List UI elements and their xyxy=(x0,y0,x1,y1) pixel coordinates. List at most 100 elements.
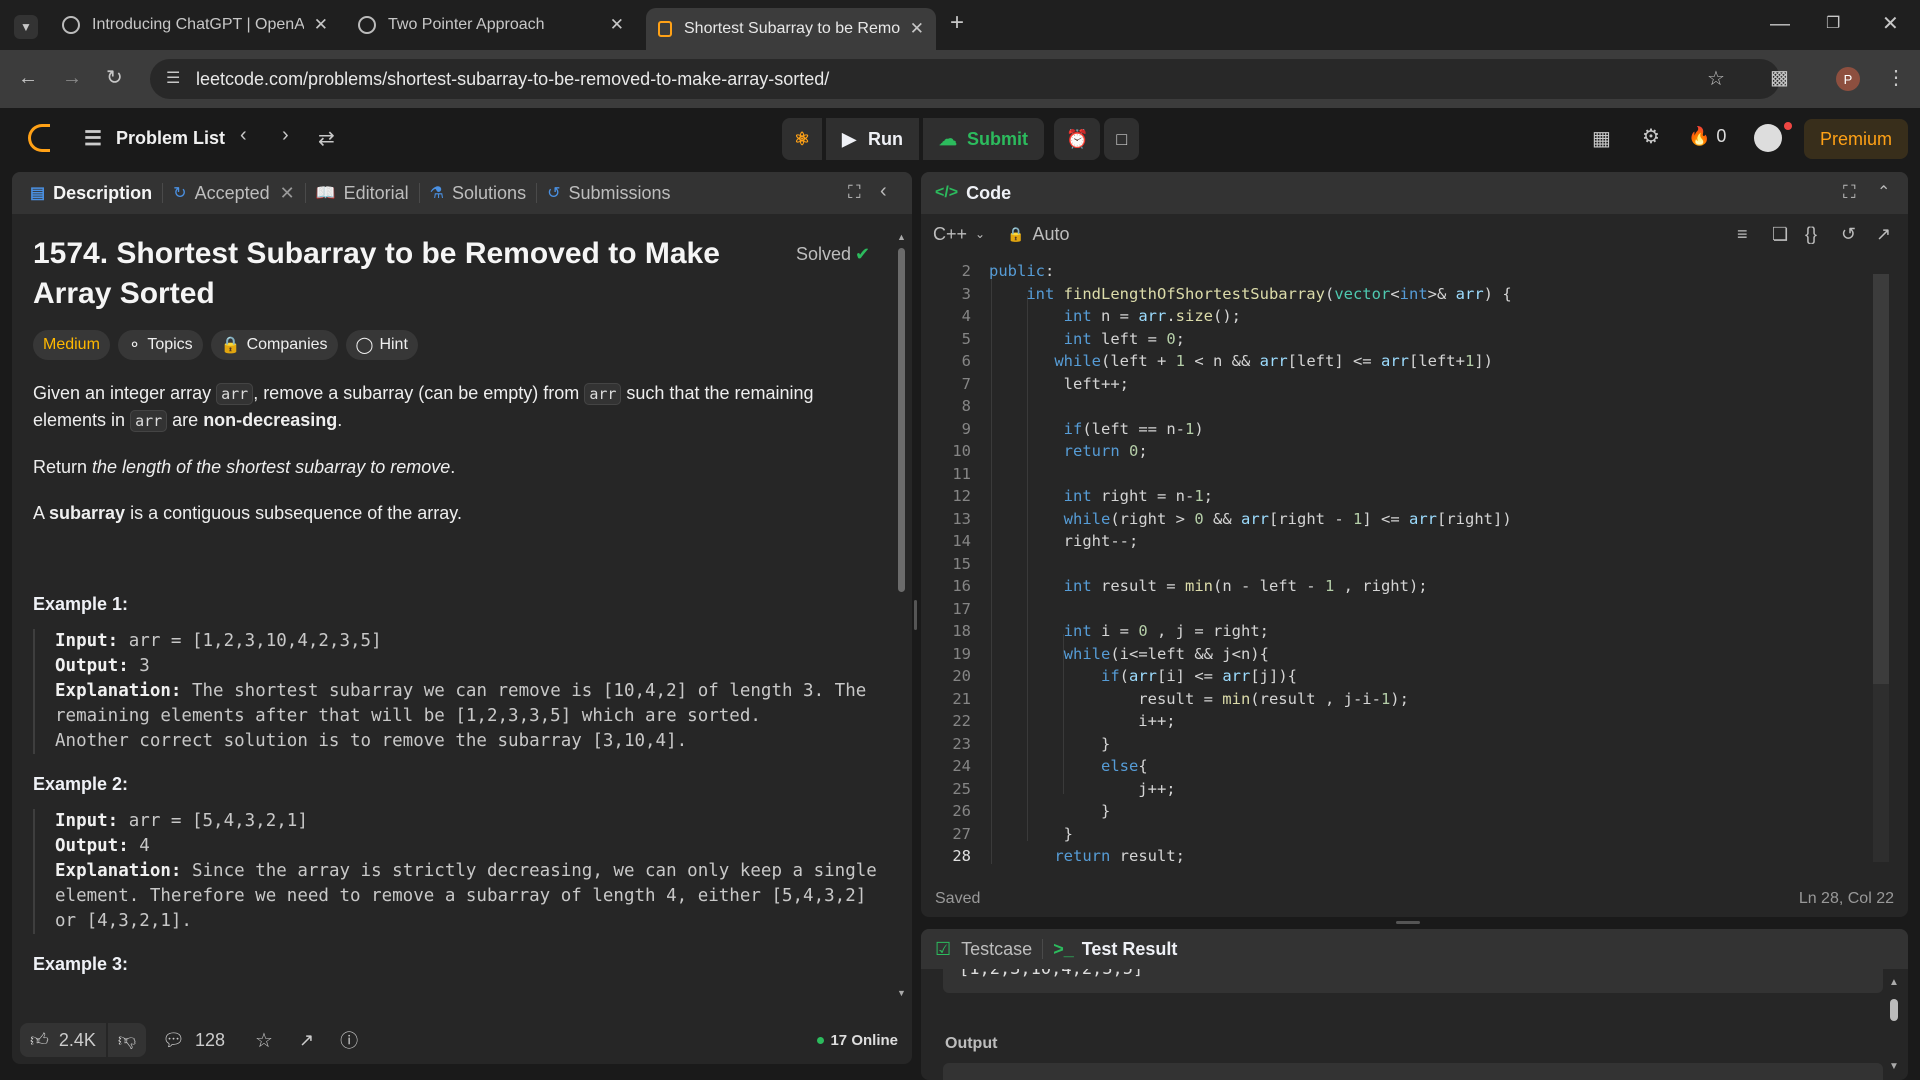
auto-mode[interactable]: 🔒 Auto xyxy=(1007,224,1069,245)
scroll-down-icon[interactable]: ▼ xyxy=(897,988,906,998)
tab-testcase[interactable]: ☑ Testcase xyxy=(935,939,1032,960)
settings-gear-icon[interactable]: ⚙ xyxy=(1642,124,1660,149)
share-icon[interactable]: ↗ xyxy=(299,1030,314,1051)
close-tab-icon[interactable]: ✕ xyxy=(910,19,924,39)
leetcode-logo-icon[interactable] xyxy=(28,124,50,152)
scroll-up-icon[interactable]: ▲ xyxy=(1889,977,1899,988)
maximize-icon[interactable]: ⛶ xyxy=(1843,182,1856,203)
scroll-up-icon[interactable]: ▲ xyxy=(897,232,906,242)
bookmark-star-icon[interactable]: ☆ xyxy=(1707,69,1725,89)
user-avatar[interactable] xyxy=(1754,124,1782,152)
scrollbar-thumb[interactable] xyxy=(1890,999,1898,1021)
extensions-icon[interactable]: ▩ xyxy=(1770,68,1789,88)
language-select[interactable]: C++ ⌄ xyxy=(933,224,985,245)
problem-list-button[interactable]: ☰ Problem List xyxy=(84,126,225,151)
site-info-icon[interactable]: ☰ xyxy=(166,69,180,89)
tab-search-icon[interactable]: ▼ xyxy=(14,15,38,39)
close-tab-icon[interactable]: ✕ xyxy=(314,15,328,35)
companies-button[interactable]: 🔒 Companies xyxy=(210,330,338,360)
help-icon[interactable]: ⓘ xyxy=(340,1027,358,1053)
tab-solutions[interactable]: ⚗ Solutions xyxy=(420,183,536,204)
tab-description[interactable]: ▤ Description xyxy=(20,183,162,204)
line-number: 2 xyxy=(961,262,971,280)
topics-button[interactable]: ⚬ Topics xyxy=(117,330,203,360)
dislike-button[interactable]: 👎︎ xyxy=(107,1023,147,1057)
favorite-star-icon[interactable]: ☆ xyxy=(255,1028,273,1053)
minimize-window-icon[interactable]: — xyxy=(1770,14,1790,34)
scroll-down-icon[interactable]: ▼ xyxy=(1889,1061,1899,1072)
collapse-up-icon[interactable]: ⌃ xyxy=(1877,182,1890,202)
code-line: while(right > 0 && arr[right - 1] <= arr… xyxy=(1063,509,1512,528)
maximize-icon[interactable]: ⛶ xyxy=(848,182,861,203)
line-number: 28 xyxy=(952,847,971,864)
line-number: 7 xyxy=(961,374,971,393)
close-tab-icon[interactable]: ✕ xyxy=(610,15,624,35)
address-bar[interactable]: ☰ leetcode.com/problems/shortest-subarra… xyxy=(150,59,1780,99)
restore-window-icon[interactable]: ❐ xyxy=(1826,14,1840,34)
example-block: Input: arr = [5,4,3,2,1] Output: 4 Expla… xyxy=(33,809,883,934)
submit-button[interactable]: ☁ Submit xyxy=(922,118,1044,160)
profile-avatar[interactable]: P xyxy=(1836,67,1860,91)
line-number: 25 xyxy=(952,779,971,798)
flame-icon: 🔥 xyxy=(1688,126,1711,146)
timer-button[interactable]: ⏰ xyxy=(1053,118,1101,160)
tab-submissions[interactable]: ↺ Submissions xyxy=(537,183,680,204)
hint-button[interactable]: ◯ Hint xyxy=(345,330,418,360)
tab-editorial-label: Editorial xyxy=(343,182,409,203)
tab-test-result[interactable]: >_ Test Result xyxy=(1053,939,1177,960)
new-tab-icon[interactable]: + xyxy=(950,11,964,35)
description-panel: ▤ Description ↻ Accepted ✕ 📖 Editorial ⚗… xyxy=(12,172,912,1064)
prev-problem-icon[interactable]: ‹ xyxy=(240,124,247,147)
comments-button[interactable]: 💬︎ 128 xyxy=(162,1030,225,1051)
bookmark-icon[interactable]: ❏ xyxy=(1772,224,1788,245)
reload-icon[interactable]: ↻ xyxy=(106,68,123,88)
code-editor[interactable]: 2 3 4 5 6 7 8 9 10 11 12 13 14 15 16 17 18 19 20 21 22 23 24 25… xyxy=(921,254,1891,864)
tab-accepted[interactable]: ↻ Accepted ✕ xyxy=(163,183,305,204)
openai-favicon-icon xyxy=(62,16,80,34)
code-line: if(left == n-1) xyxy=(1063,419,1204,438)
text: Given an integer array xyxy=(33,383,217,403)
description-scrollbar[interactable]: ▲ ▼ xyxy=(897,232,906,1002)
browser-tab-two-pointer[interactable]: Two Pointer Approach ✕ xyxy=(346,8,636,42)
collapse-left-icon[interactable]: ‹ xyxy=(880,180,887,203)
back-icon[interactable]: ← xyxy=(18,68,38,88)
braces-icon[interactable]: {} xyxy=(1805,224,1817,245)
panel-resize-handle[interactable] xyxy=(914,600,917,630)
notes-button[interactable]: □ xyxy=(1104,118,1140,160)
format-icon[interactable]: ≡ xyxy=(1737,224,1748,245)
premium-button[interactable]: Premium xyxy=(1804,119,1908,159)
code-line: while(left + 1 < n && arr[left] <= arr[l… xyxy=(1054,352,1493,370)
language-value: C++ xyxy=(933,223,968,244)
test-scrollbar[interactable]: ▲ ▼ xyxy=(1887,977,1901,1077)
text: are xyxy=(167,410,204,430)
streak-counter[interactable]: 🔥 0 xyxy=(1688,126,1726,147)
close-tab-icon[interactable]: ✕ xyxy=(280,183,295,204)
thumbs-down-icon: 👎︎ xyxy=(117,1030,137,1050)
shuffle-icon[interactable]: ⇄ xyxy=(318,126,335,151)
run-button[interactable]: ▶ Run xyxy=(826,118,919,160)
reset-icon[interactable]: ↺ xyxy=(1841,224,1856,245)
tab-editorial[interactable]: 📖 Editorial xyxy=(306,183,419,204)
scrollbar-thumb[interactable] xyxy=(898,248,905,592)
browser-tab-chatgpt[interactable]: Introducing ChatGPT | OpenAI ✕ xyxy=(50,8,340,42)
fullscreen-icon[interactable]: ↗ xyxy=(1876,224,1891,245)
browser-tab-leetcode[interactable]: Shortest Subarray to be Removed to Make … xyxy=(646,8,936,50)
input-label: Input: xyxy=(55,631,119,651)
forward-icon[interactable]: → xyxy=(62,68,82,88)
code-brackets-icon: </> xyxy=(935,184,959,201)
next-problem-icon[interactable]: › xyxy=(282,124,289,147)
tab-solutions-label: Solutions xyxy=(452,182,527,203)
close-window-icon[interactable]: ✕ xyxy=(1882,14,1899,34)
panel-resize-handle[interactable] xyxy=(1396,921,1420,924)
browser-menu-icon[interactable]: ⋮ xyxy=(1886,68,1906,88)
output-label: Output: xyxy=(55,656,129,676)
browser-toolbar: ← → ↻ ☰ leetcode.com/problems/shortest-s… xyxy=(0,50,1920,108)
line-number: 20 xyxy=(952,667,971,685)
editor-scrollbar-thumb[interactable] xyxy=(1873,274,1889,684)
debug-button[interactable]: ⚛ xyxy=(782,118,823,160)
play-icon: ▶ xyxy=(842,128,856,149)
layout-icon[interactable]: ▦ xyxy=(1592,126,1611,151)
code-line: while(i<=left && j<n){ xyxy=(1063,644,1269,663)
like-button[interactable]: 👍︎ 2.4K xyxy=(20,1023,106,1057)
tab-testcase-label: Testcase xyxy=(961,938,1033,959)
